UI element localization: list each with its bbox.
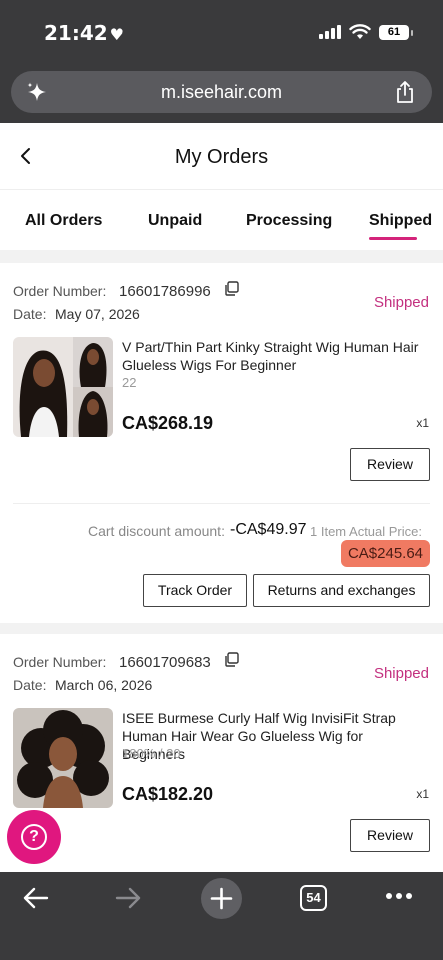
product-image[interactable] (13, 708, 113, 808)
active-tab-indicator (369, 237, 417, 240)
help-icon: ? (21, 824, 47, 850)
returns-exchanges-button[interactable]: Returns and exchanges (253, 574, 430, 607)
more-icon[interactable] (385, 892, 413, 900)
divider (13, 503, 430, 504)
time-text: 21:42 (44, 21, 108, 45)
product-image[interactable] (13, 337, 113, 437)
tab-shipped[interactable]: Shipped (369, 212, 432, 230)
page-header: My Orders (0, 123, 443, 190)
signal-icon (319, 25, 341, 39)
help-button[interactable]: ? (7, 810, 61, 864)
track-order-button[interactable]: Track Order (143, 574, 247, 607)
order-date-label: Date: (13, 306, 47, 322)
battery-icon: 61 (379, 24, 413, 40)
order-tabs: All Orders Unpaid Processing Shipped (0, 190, 443, 250)
order-status: Shipped (373, 665, 429, 682)
tabs-icon[interactable]: 54 (300, 885, 327, 911)
product-variant: 22 (122, 375, 137, 390)
wifi-icon (349, 24, 371, 39)
order-status: Shipped (373, 294, 429, 311)
order-card: Order Number: 16601709683 Date: March 06… (0, 634, 443, 872)
tab-all-orders[interactable]: All Orders (25, 212, 102, 230)
product-variant: 180% / 20 (122, 746, 181, 761)
order-number-label: Order Number: (13, 654, 107, 670)
discount-amount: -CA$49.97 (230, 521, 307, 538)
actual-price-label: 1 Item Actual Price: (310, 524, 422, 539)
status-icons: 61 (319, 24, 413, 40)
page-title: My Orders (174, 146, 269, 168)
order-card: Order Number: 16601786996 Date: May 07, … (0, 263, 443, 623)
order-number: 16601709683 (119, 654, 211, 671)
heart-icon: ♥ (109, 25, 125, 44)
status-time: 21:42 ♥ (44, 21, 124, 45)
product-price: CA$268.19 (122, 413, 214, 433)
order-date: March 06, 2026 (55, 677, 153, 693)
product-price: CA$182.20 (122, 784, 214, 804)
review-button[interactable]: Review (350, 448, 430, 481)
status-bar: 21:42 ♥ 61 (0, 0, 443, 64)
review-button[interactable]: Review (350, 819, 430, 852)
url-bar[interactable]: m.iseehair.com (11, 71, 432, 113)
browser-chrome: m.iseehair.com (0, 64, 443, 123)
product-quantity: x1 (416, 787, 429, 801)
discount-label: Cart discount amount: (88, 523, 225, 539)
order-date: May 07, 2026 (55, 306, 140, 322)
plus-icon (210, 887, 233, 910)
copy-icon[interactable] (224, 281, 239, 296)
new-tab-button[interactable] (201, 878, 242, 919)
order-number-label: Order Number: (13, 283, 107, 299)
tab-unpaid[interactable]: Unpaid (148, 212, 202, 230)
forward-arrow-icon[interactable] (114, 886, 142, 910)
copy-icon[interactable] (224, 652, 239, 667)
tab-processing[interactable]: Processing (246, 212, 332, 230)
share-icon[interactable] (394, 80, 416, 104)
order-number: 16601786996 (119, 283, 211, 300)
back-arrow-icon[interactable] (22, 886, 50, 910)
product-quantity: x1 (416, 416, 429, 430)
actual-price: CA$245.64 (341, 540, 430, 567)
browser-toolbar: 54 (0, 872, 443, 960)
product-name[interactable]: V Part/Thin Part Kinky Straight Wig Huma… (122, 338, 422, 374)
url-text[interactable]: m.iseehair.com (11, 82, 432, 103)
order-date-label: Date: (13, 677, 47, 693)
